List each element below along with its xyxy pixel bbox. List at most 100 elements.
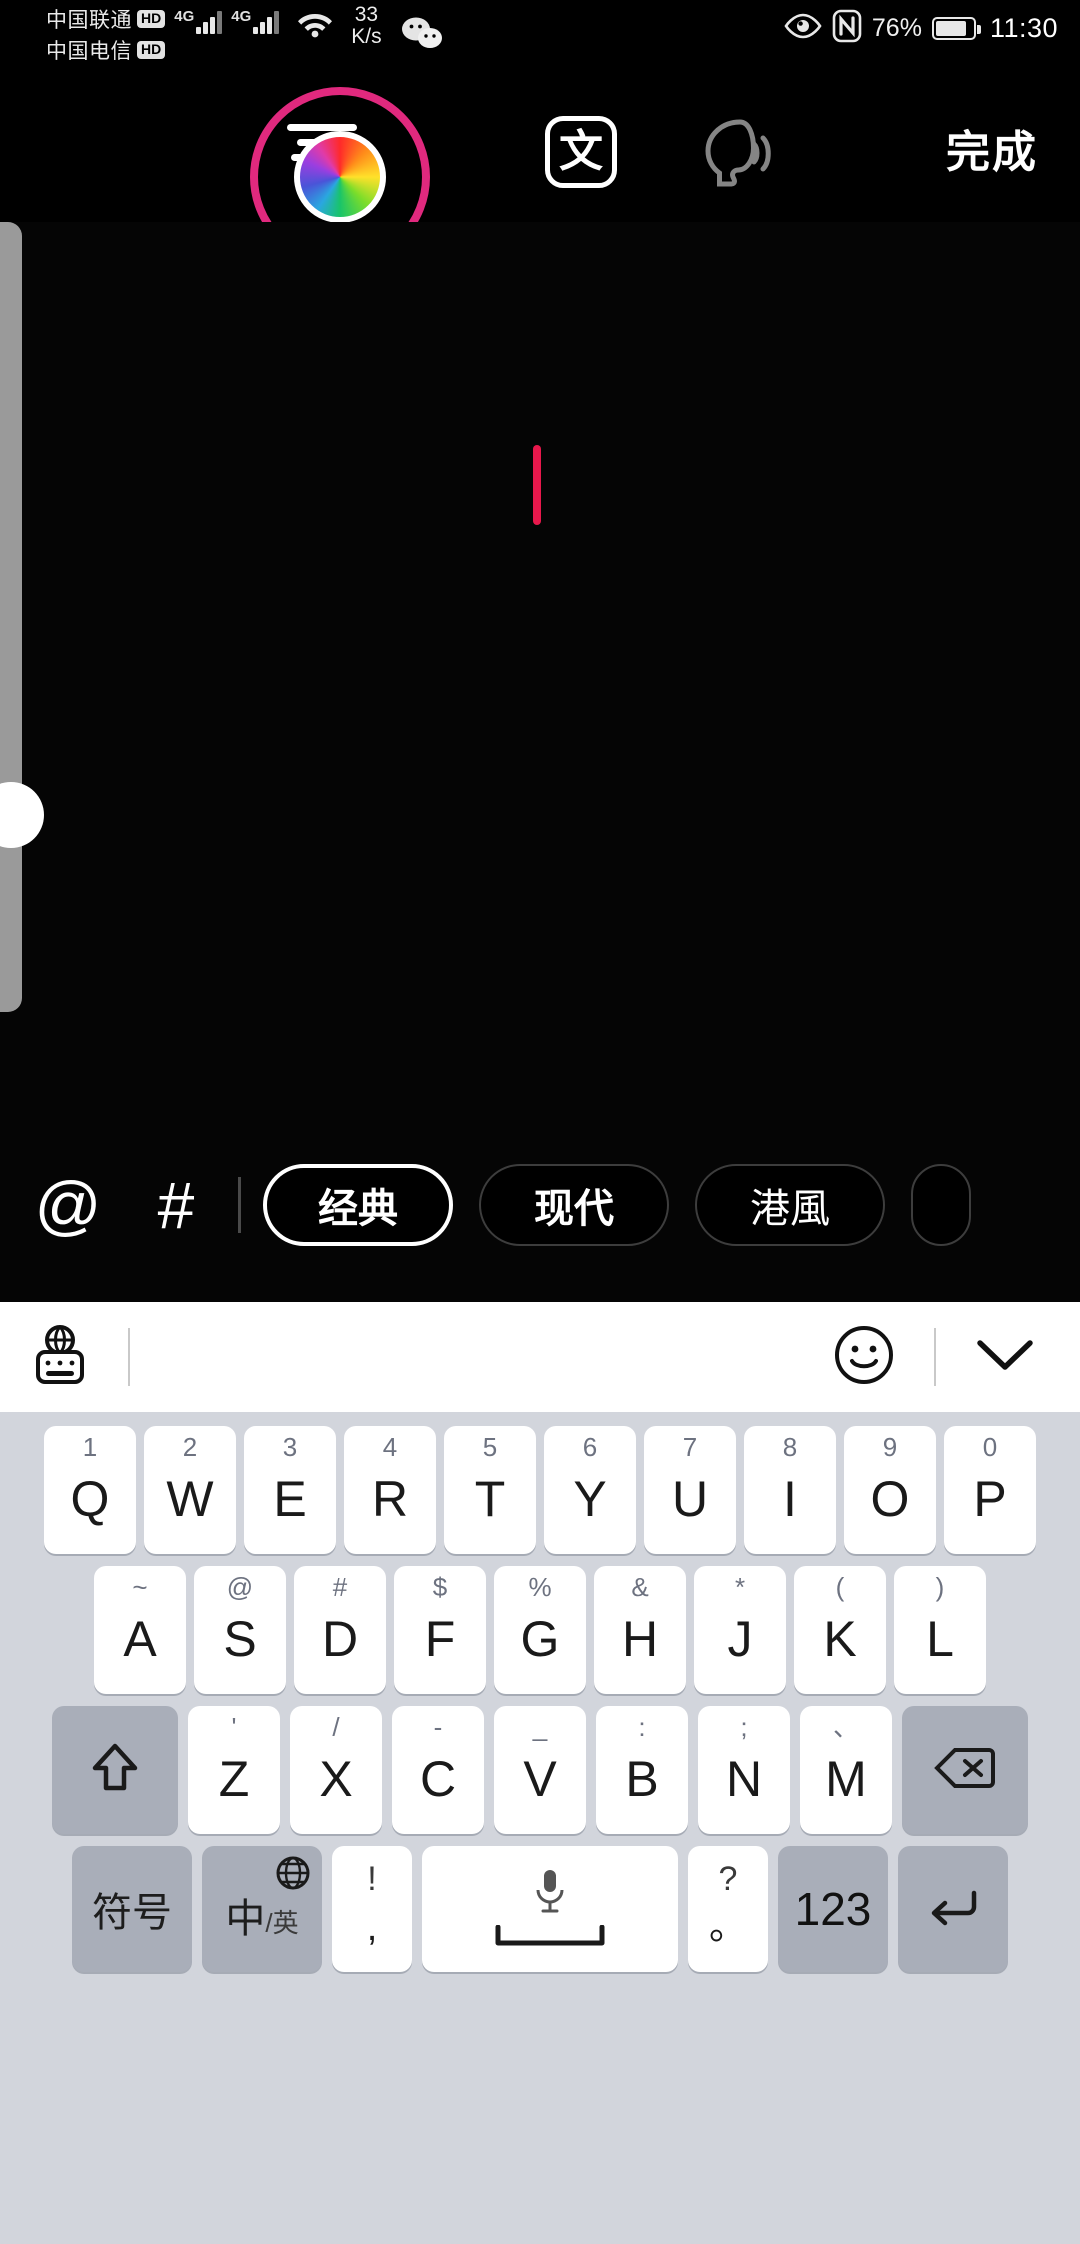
done-button[interactable]: 完成 xyxy=(946,116,1038,180)
key-y[interactable]: 6Y xyxy=(544,1426,636,1554)
style-chip-hongkong[interactable]: 港風 xyxy=(695,1164,885,1246)
key-label: F xyxy=(424,1611,456,1667)
key-b[interactable]: :B xyxy=(596,1706,688,1834)
key-r[interactable]: 4R xyxy=(344,1426,436,1554)
keyboard-row-3: ' Z / X -C _ V :B ; N 、 M xyxy=(0,1706,1080,1834)
style-chip-modern[interactable]: 现代 xyxy=(479,1164,669,1246)
key-label: W xyxy=(166,1471,214,1527)
key-z[interactable]: ' Z xyxy=(188,1706,280,1834)
key-x[interactable]: / X xyxy=(290,1706,382,1834)
space-key[interactable] xyxy=(422,1846,678,1972)
key-superscript: 3 xyxy=(282,1432,298,1462)
key-superscript: % xyxy=(528,1572,552,1602)
key-k[interactable]: (K xyxy=(794,1566,886,1694)
key-superscript: & xyxy=(631,1572,649,1602)
editor-toolbar: 文 完成 xyxy=(0,72,1080,267)
key-superscript: 5 xyxy=(482,1432,498,1462)
signal-bars-icon xyxy=(196,10,223,34)
key-superscript: $ xyxy=(432,1572,448,1602)
key-label: U xyxy=(671,1471,709,1527)
key-u[interactable]: 7U xyxy=(644,1426,736,1554)
on-screen-keyboard: 1Q 2W 3E 4R 5T 6Y 7U 8I 9O 0P ~ A @ S # D $… xyxy=(0,1412,1080,2244)
carrier-name: 中国电信 xyxy=(46,40,132,63)
key-q[interactable]: 1Q xyxy=(44,1426,136,1554)
keyboard-toolbar-divider-2 xyxy=(934,1328,936,1386)
key-g[interactable]: % G xyxy=(494,1566,586,1694)
punctuation-key-left[interactable]: ! , xyxy=(332,1846,412,1972)
network-type-label: 4G xyxy=(231,8,252,25)
key-label: T xyxy=(474,1471,506,1527)
key-i[interactable]: 8I xyxy=(744,1426,836,1554)
key-superscript: 8 xyxy=(782,1432,798,1462)
side-drawer-handle[interactable] xyxy=(0,222,22,1012)
network-type-label: 4G xyxy=(174,8,195,25)
key-j[interactable]: * J xyxy=(694,1566,786,1694)
key-label: V xyxy=(523,1751,557,1807)
emoji-smiley-icon[interactable] xyxy=(832,1323,896,1392)
key-label: D xyxy=(321,1611,359,1667)
key-a[interactable]: ~ A xyxy=(94,1566,186,1694)
battery-icon xyxy=(931,17,981,40)
numeric-key-label: 123 xyxy=(794,1883,872,1935)
key-label: J xyxy=(727,1611,753,1667)
key-l[interactable]: ) L xyxy=(894,1566,986,1694)
key-d[interactable]: # D xyxy=(294,1566,386,1694)
key-superscript: : xyxy=(638,1712,646,1742)
keyboard-toolbar-divider xyxy=(128,1328,130,1386)
text-to-speech-icon[interactable] xyxy=(692,114,778,192)
numeric-key[interactable]: 123 xyxy=(778,1846,888,1972)
globe-icon xyxy=(276,1856,310,1895)
text-style-button[interactable]: 文 xyxy=(545,116,617,188)
chevron-down-icon[interactable] xyxy=(974,1335,1036,1380)
hd-badge: HD xyxy=(137,10,166,28)
key-w[interactable]: 2W xyxy=(144,1426,236,1554)
key-c[interactable]: -C xyxy=(392,1706,484,1834)
style-bar-divider xyxy=(238,1177,241,1233)
microphone-icon xyxy=(530,1866,570,1921)
key-superscript: 6 xyxy=(582,1432,598,1462)
enter-key[interactable] xyxy=(898,1846,1008,1972)
language-key-main: 中 xyxy=(225,1897,266,1941)
key-superscript: 9 xyxy=(882,1432,898,1462)
key-superscript: 、 xyxy=(832,1712,859,1742)
wechat-icon xyxy=(401,16,443,55)
language-key-sub: /英 xyxy=(265,1908,299,1938)
carrier-row: 中国电信 HD xyxy=(46,35,166,65)
key-label: G xyxy=(520,1611,560,1667)
text-canvas[interactable] xyxy=(0,222,1080,1302)
text-cursor xyxy=(533,445,541,525)
key-o[interactable]: 9O xyxy=(844,1426,936,1554)
punctuation-key-right[interactable]: ? 。 xyxy=(688,1846,768,1972)
shift-key[interactable] xyxy=(52,1706,178,1834)
backspace-key[interactable] xyxy=(902,1706,1028,1834)
nfc-icon xyxy=(832,9,862,48)
key-s[interactable]: @ S xyxy=(194,1566,286,1694)
language-switch-key[interactable]: 中 /英 xyxy=(202,1846,322,1972)
style-chip-classic[interactable]: 经典 xyxy=(263,1164,453,1246)
key-label: C xyxy=(419,1751,457,1807)
key-m[interactable]: 、 M xyxy=(800,1706,892,1834)
globe-keyboard-icon[interactable] xyxy=(30,1324,90,1391)
key-label: E xyxy=(273,1471,307,1527)
key-e[interactable]: 3E xyxy=(244,1426,336,1554)
key-label: M xyxy=(825,1751,867,1807)
key-label: H xyxy=(621,1611,659,1667)
mention-icon[interactable]: @ xyxy=(14,1172,122,1238)
key-v[interactable]: _ V xyxy=(494,1706,586,1834)
key-label: O xyxy=(870,1471,910,1527)
key-label: K xyxy=(823,1611,857,1667)
style-chip-next[interactable] xyxy=(911,1164,971,1246)
key-h[interactable]: & H xyxy=(594,1566,686,1694)
key-n[interactable]: ; N xyxy=(698,1706,790,1834)
symbols-key[interactable]: 符号 xyxy=(72,1846,192,1972)
wifi-icon xyxy=(296,10,334,43)
hashtag-icon[interactable]: # xyxy=(122,1172,230,1238)
key-p[interactable]: 0P xyxy=(944,1426,1036,1554)
key-t[interactable]: 5T xyxy=(444,1426,536,1554)
key-superscript: # xyxy=(332,1572,348,1602)
status-bar-left: 中国联通 HD 中国电信 HD 4G 4G 33 K/s xyxy=(46,4,443,65)
key-label: Q xyxy=(70,1471,110,1527)
key-f[interactable]: $ F xyxy=(394,1566,486,1694)
status-bar-right: 76% 11:30 xyxy=(784,9,1058,48)
side-drawer-knob[interactable] xyxy=(0,782,44,848)
